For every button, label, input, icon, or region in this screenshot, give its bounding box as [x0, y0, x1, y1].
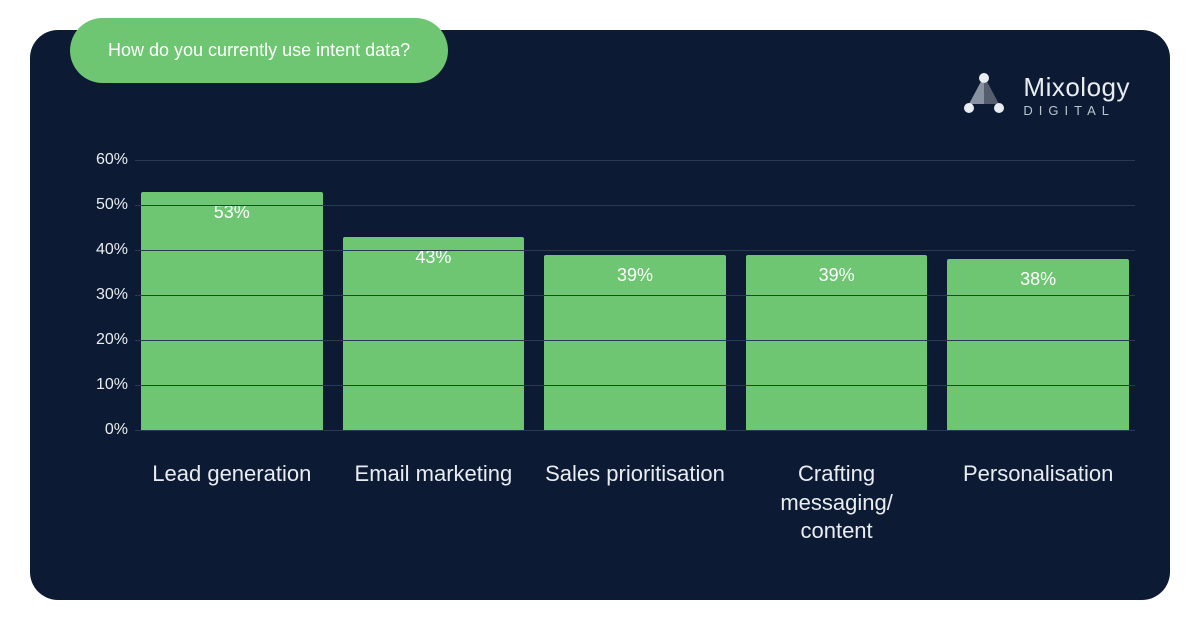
- x-axis-labels: Lead generationEmail marketingSales prio…: [135, 460, 1135, 546]
- y-tick-label: 50%: [80, 196, 128, 214]
- grid-line: [135, 340, 1135, 341]
- brand-logo: Mixology DIGITAL: [959, 70, 1130, 120]
- bar: 43%: [343, 237, 525, 431]
- chart-title: How do you currently use intent data?: [108, 40, 410, 60]
- bar: 39%: [544, 255, 726, 431]
- brand-text: Mixology DIGITAL: [1023, 74, 1130, 117]
- grid-line: [135, 250, 1135, 251]
- chart-title-pill: How do you currently use intent data?: [70, 18, 448, 83]
- bar: 38%: [947, 259, 1129, 430]
- bar-chart: 53%43%39%39%38% 0%10%20%30%40%50%60%: [80, 160, 1135, 430]
- bar: 53%: [141, 192, 323, 431]
- y-tick-label: 60%: [80, 151, 128, 169]
- x-axis-label: Sales prioritisation: [544, 460, 726, 546]
- grid-line: [135, 295, 1135, 296]
- brand-mark-icon: [959, 70, 1009, 120]
- x-axis-label: Crafting messaging/ content: [746, 460, 928, 546]
- y-tick-label: 30%: [80, 286, 128, 304]
- brand-name: Mixology: [1023, 74, 1130, 100]
- chart-card: How do you currently use intent data? Mi…: [30, 30, 1170, 600]
- bar-value-label: 39%: [544, 265, 726, 286]
- grid-line: [135, 205, 1135, 206]
- bar-value-label: 38%: [947, 269, 1129, 290]
- grid-line: [135, 430, 1135, 431]
- bar-value-label: 39%: [746, 265, 928, 286]
- grid-line: [135, 160, 1135, 161]
- x-axis-label: Lead generation: [141, 460, 323, 546]
- grid-line: [135, 385, 1135, 386]
- plot-area: 53%43% 39% 39% 38%: [135, 160, 1135, 430]
- x-axis-label: Email marketing: [343, 460, 525, 546]
- bar: 39%: [746, 255, 928, 431]
- x-axis-label: Personalisation: [947, 460, 1129, 546]
- y-tick-label: 0%: [80, 421, 128, 439]
- y-tick-label: 40%: [80, 241, 128, 259]
- y-tick-label: 10%: [80, 376, 128, 394]
- brand-sub: DIGITAL: [1023, 104, 1130, 117]
- y-tick-label: 20%: [80, 331, 128, 349]
